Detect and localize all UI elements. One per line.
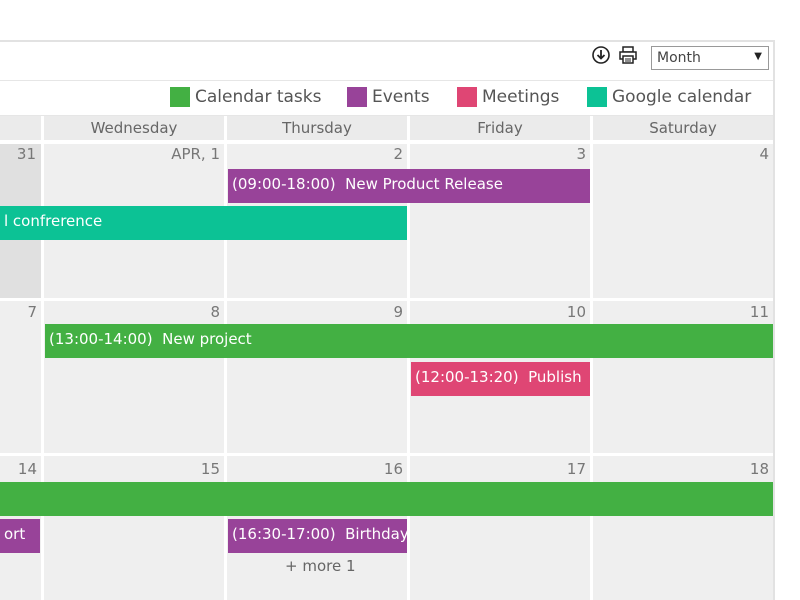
day-number[interactable]: 10 [410, 303, 586, 321]
chevron-down-icon: ▼ [754, 51, 762, 62]
event-title: Birthday [345, 525, 407, 543]
day-number[interactable]: 14 [0, 460, 37, 478]
day-number[interactable]: APR, 1 [44, 145, 220, 163]
legend-swatch [347, 87, 367, 107]
day-number[interactable]: 18 [593, 460, 769, 478]
event-partial[interactable]: ort [0, 519, 40, 553]
view-mode-select[interactable]: Month ▼ [651, 46, 769, 70]
event-title: ort [4, 525, 26, 543]
day-number[interactable]: 3 [410, 145, 586, 163]
legend-item-calendar-tasks: Calendar tasks [170, 86, 322, 108]
legend-swatch [587, 87, 607, 107]
day-cell[interactable] [0, 301, 41, 453]
event-title: Publish [528, 368, 582, 386]
event-publish[interactable]: (12:00-13:20) Publish [411, 362, 590, 396]
day-number[interactable]: 11 [593, 303, 769, 321]
event-time: (12:00-13:20) [415, 368, 519, 386]
day-number[interactable]: 17 [410, 460, 586, 478]
event-new-project[interactable]: (13:00-14:00) New project [45, 324, 773, 358]
weekday-header-saturday: Saturday [593, 116, 773, 140]
event-title: New project [162, 330, 252, 348]
event-time: (09:00-18:00) [232, 175, 336, 193]
day-number[interactable]: 16 [227, 460, 403, 478]
weekday-header-wednesday: Wednesday [44, 116, 224, 140]
day-cell[interactable] [593, 144, 773, 298]
weekday-header-friday: Friday [410, 116, 590, 140]
weekday-header-partial [0, 116, 41, 140]
day-number[interactable]: 8 [44, 303, 220, 321]
event-title: New Product Release [345, 175, 503, 193]
legend-label: Google calendar [612, 87, 752, 107]
legend-swatch [457, 87, 477, 107]
legend-item-google-calendar: Google calendar [587, 86, 751, 108]
day-cell[interactable] [410, 144, 590, 298]
legend-label: Calendar tasks [195, 87, 322, 107]
legend-swatch [170, 87, 190, 107]
event-birthday[interactable]: (16:30-17:00) Birthday [228, 519, 407, 553]
view-mode-value: Month [657, 50, 701, 66]
legend-label: Meetings [482, 87, 560, 107]
event-time: (13:00-14:00) [49, 330, 153, 348]
event-new-product-release[interactable]: (09:00-18:00) New Product Release [228, 169, 590, 203]
event-conference[interactable]: l confrerence [0, 206, 407, 240]
event-time: (16:30-17:00) [232, 525, 336, 543]
print-icon[interactable] [618, 45, 638, 65]
day-number[interactable]: 9 [227, 303, 403, 321]
legend-label: Events [372, 87, 430, 107]
day-number[interactable]: 31 [0, 145, 36, 163]
event-multiday-task[interactable] [0, 482, 773, 516]
event-title: l confrerence [4, 212, 103, 230]
weekday-header-thursday: Thursday [227, 116, 407, 140]
day-number[interactable]: 7 [0, 303, 37, 321]
legend-item-events: Events [347, 86, 430, 108]
more-events-link[interactable]: + more 1 [285, 557, 356, 575]
download-icon[interactable] [592, 46, 610, 64]
day-number[interactable]: 2 [227, 145, 403, 163]
day-number[interactable]: 4 [593, 145, 769, 163]
day-number[interactable]: 15 [44, 460, 220, 478]
legend-item-meetings: Meetings [457, 86, 559, 108]
